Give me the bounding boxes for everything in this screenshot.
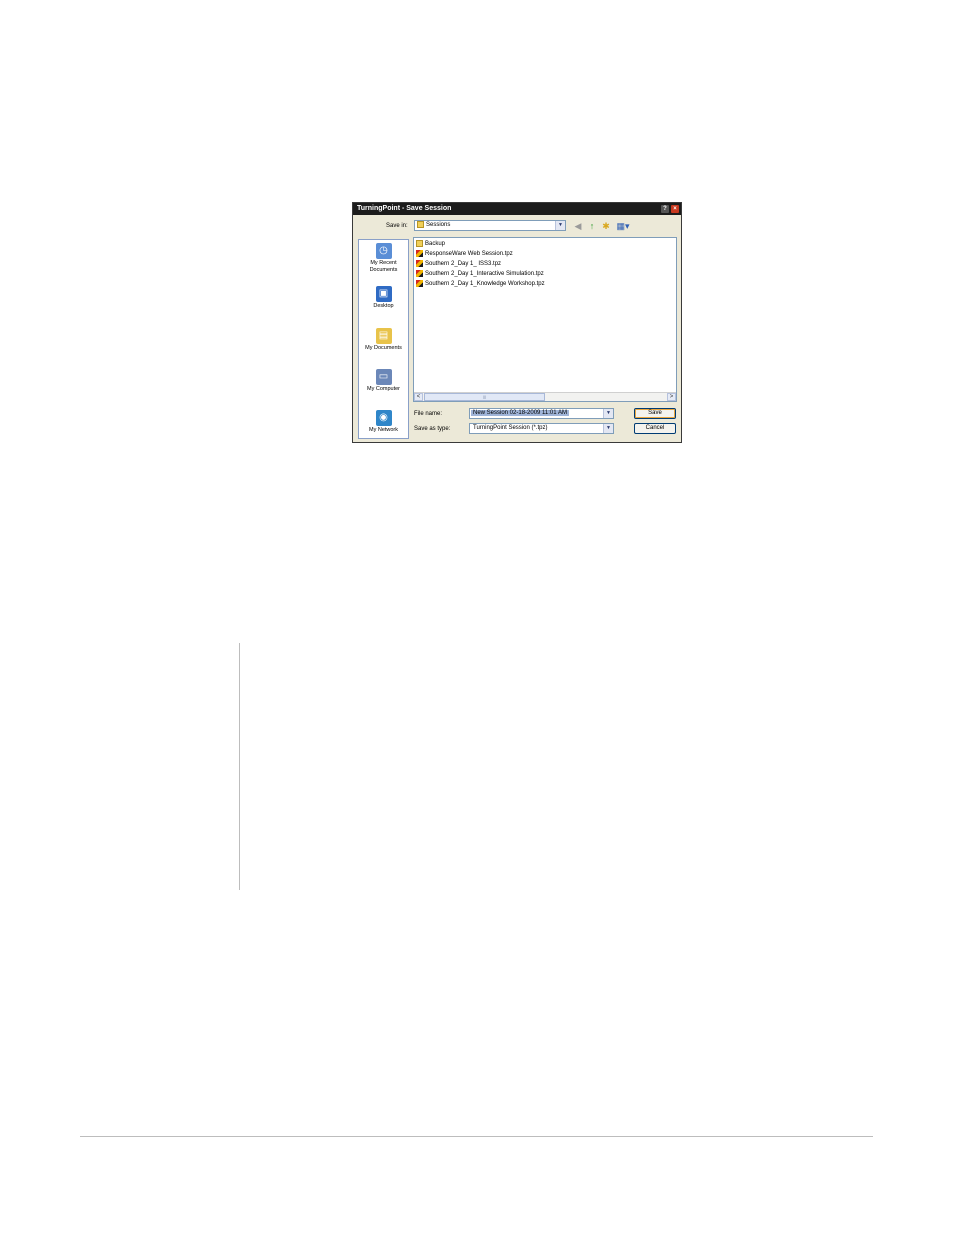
folder-icon	[417, 221, 424, 228]
place-my-documents[interactable]: ▤ My Documents	[359, 328, 408, 352]
file-name-input[interactable]: New Session 02-18-2009 11:01 AM ▼	[469, 408, 614, 419]
save-in-label: Save in:	[386, 223, 408, 229]
save-type-dropdown[interactable]: TurningPoint Session (*.tpz) ▼	[469, 423, 614, 434]
cancel-button[interactable]: Cancel	[634, 423, 676, 434]
place-my-computer[interactable]: ▭ My Computer	[359, 369, 408, 393]
tpz-file-icon	[416, 279, 423, 287]
save-button[interactable]: Save	[634, 408, 676, 419]
list-item[interactable]: Southern 2_Day 1_Knowledge Workshop.tpz	[414, 279, 676, 289]
my-computer-icon: ▭	[375, 369, 392, 385]
dialog-titlebar: TurningPoint - Save Session ? ×	[353, 203, 681, 215]
file-name-value: New Session 02-18-2009 11:01 AM	[471, 410, 569, 416]
scroll-right-button[interactable]: >	[667, 393, 676, 401]
tpz-file-icon	[416, 269, 423, 277]
help-button[interactable]: ?	[661, 205, 669, 213]
folder-icon	[416, 239, 423, 247]
file-list[interactable]: Backup ResponseWare Web Session.tpz Sout…	[413, 237, 677, 402]
tpz-file-icon	[416, 249, 423, 257]
list-item[interactable]: ResponseWare Web Session.tpz	[414, 249, 676, 259]
dialog-title: TurningPoint - Save Session	[357, 205, 452, 212]
chevron-down-icon: ▼	[603, 409, 613, 418]
back-icon[interactable]: ◀	[573, 221, 583, 231]
scroll-left-button[interactable]: <	[414, 393, 423, 401]
list-item[interactable]: Backup	[414, 239, 676, 249]
chevron-down-icon: ▼	[555, 221, 565, 230]
save-type-value: TurningPoint Session (*.tpz)	[473, 425, 548, 431]
new-folder-icon[interactable]: ✱	[601, 221, 611, 231]
place-desktop[interactable]: ▣ Desktop	[359, 286, 408, 310]
scroll-thumb[interactable]: |||	[424, 393, 545, 401]
up-folder-icon[interactable]: ↑	[587, 221, 597, 231]
footer-rule	[80, 1136, 873, 1137]
views-menu-icon[interactable]: ▦▾	[615, 221, 631, 231]
save-session-dialog: TurningPoint - Save Session ? × Save in:…	[352, 202, 682, 443]
places-bar: ◷ My Recent Documents ▣ Desktop ▤ My Doc…	[358, 239, 409, 439]
save-in-dropdown[interactable]: Sessions ▼	[414, 220, 566, 231]
list-item[interactable]: Southern 2_Day 1_ ISS3.tpz	[414, 259, 676, 269]
recent-documents-icon: ◷	[375, 243, 392, 259]
my-network-icon: ◉	[375, 410, 392, 426]
horizontal-scrollbar[interactable]: < ||| >	[414, 392, 676, 401]
margin-rule	[239, 643, 240, 890]
tpz-file-icon	[416, 259, 423, 267]
save-type-label: Save as type:	[414, 426, 451, 432]
place-my-recent-documents[interactable]: ◷ My Recent Documents	[359, 243, 408, 273]
file-name-label: File name:	[414, 411, 443, 417]
my-documents-icon: ▤	[375, 328, 392, 344]
place-my-network[interactable]: ◉ My Network	[359, 410, 408, 434]
close-button[interactable]: ×	[671, 205, 679, 213]
chevron-down-icon: ▼	[603, 424, 613, 433]
save-in-value: Sessions	[426, 222, 451, 229]
desktop-icon: ▣	[375, 286, 392, 302]
list-item[interactable]: Southern 2_Day 1_Interactive Simulation.…	[414, 269, 676, 279]
